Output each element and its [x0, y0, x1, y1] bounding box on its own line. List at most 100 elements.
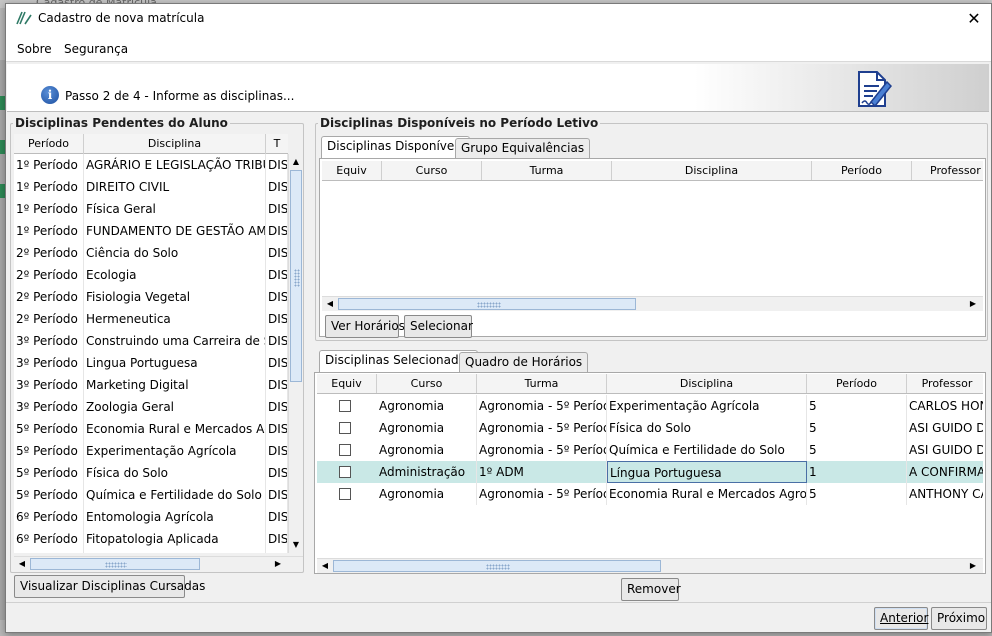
selected-horizontal-scrollbar[interactable]: ◀ ▶ [317, 558, 983, 573]
discipline-cell: Fisiologia Vegetal [84, 286, 266, 308]
discipline-cell: Construindo uma Carreira de S... [84, 330, 266, 352]
column-header-disciplina[interactable]: Disciplina [612, 161, 812, 180]
table-row[interactable]: Administração 1º ADM Língua Portuguesa 1 A C… [317, 461, 983, 483]
scroll-thumb[interactable] [333, 560, 661, 572]
close-icon[interactable]: ✕ [957, 4, 991, 34]
equiv-checkbox[interactable] [339, 488, 351, 500]
disciplina-cell: Física do Solo [607, 417, 807, 439]
table-row[interactable]: 2º PeríodoFisiologia VegetalDISC [14, 286, 288, 308]
tab-disciplinas-disponiveis[interactable]: Disciplinas Disponíveis [321, 136, 470, 158]
column-header-disciplina[interactable]: Disciplina [84, 134, 266, 154]
column-header-turma[interactable]: Turma [477, 374, 607, 393]
column-header-tipo[interactable]: T [266, 134, 288, 154]
table-row[interactable]: 3º PeríodoLingua PortuguesaDISC [14, 352, 288, 374]
periodo-cell: 1 [807, 461, 907, 483]
scroll-up-icon[interactable]: ▲ [290, 155, 302, 169]
column-header-curso[interactable]: Curso [382, 161, 482, 180]
selected-tab-panel: Equiv Curso Turma Disciplina Período Pro… [314, 372, 986, 574]
turma-cell: Agronomia - 5º Período [477, 483, 607, 505]
type-cell: DISC [266, 308, 288, 330]
table-row[interactable]: 2º PeríodoCiência do SoloDISC [14, 242, 288, 264]
scroll-right-icon[interactable]: ▶ [272, 557, 284, 571]
column-header-equiv[interactable]: Equiv [317, 374, 377, 393]
menu-item-sobre[interactable]: Sobre [17, 42, 52, 56]
table-row[interactable]: 1º PeríodoFUNDAMENTO DE GESTÃO AM...DISC [14, 220, 288, 242]
turma-cell: Agronomia - 5º Período [477, 395, 607, 417]
period-cell: 2º Período [14, 264, 84, 286]
table-row[interactable]: 6º PeríodoFitopatologia AplicadaDISC [14, 528, 288, 550]
table-row[interactable]: 3º Período Construindo uma Carreira de S.… [14, 330, 288, 352]
column-header-periodo[interactable]: Período [807, 374, 907, 393]
table-row[interactable]: Agronomia Agronomia - 5º Período Experimen… [317, 395, 983, 417]
disciplina-cell: Economia Rural e Mercados Agrop... [607, 483, 807, 505]
column-header-equiv[interactable]: Equiv [322, 161, 382, 180]
table-row[interactable]: Agronomia Agronomia - 5º Período Economia … [317, 483, 983, 505]
period-cell: 6º Período [14, 550, 84, 553]
table-row[interactable]: 1º Período AGRÁRIO E LEGISLAÇÃO TRIBU... D… [14, 154, 288, 176]
tab-quadro-horarios[interactable]: Quadro de Horários [459, 352, 589, 372]
scroll-left-icon[interactable]: ◀ [319, 559, 331, 573]
table-row[interactable]: 6º Período...DISC [14, 550, 288, 553]
scroll-down-icon[interactable]: ▼ [290, 538, 302, 552]
equiv-checkbox[interactable] [339, 422, 351, 434]
scroll-left-icon[interactable]: ◀ [16, 557, 28, 571]
period-cell: 2º Período [14, 286, 84, 308]
type-cell: DISC [266, 418, 288, 440]
tab-disciplinas-selecionadas[interactable]: Disciplinas Selecionadas [319, 350, 479, 372]
table-row[interactable]: 1º PeríodoFísica GeralDISC [14, 198, 288, 220]
type-cell: DISC [266, 528, 288, 550]
table-row[interactable]: 5º PeríodoExperimentação AgrícolaDISC [14, 440, 288, 462]
column-header-professor[interactable]: Professor [912, 161, 983, 180]
pending-horizontal-scrollbar[interactable]: ◀ ▶ [14, 556, 303, 571]
step-label: Passo 2 de 4 - Informe as disciplinas... [65, 89, 295, 103]
equiv-checkbox[interactable] [339, 466, 351, 478]
type-cell: DISC [266, 176, 288, 198]
type-cell: DISC [266, 330, 288, 352]
menu-item-seguranca[interactable]: Segurança [64, 42, 128, 56]
table-row[interactable]: 1º PeríodoDIREITO CIVILDISC [14, 176, 288, 198]
type-cell: DISC [266, 374, 288, 396]
column-header-periodo[interactable]: Período [14, 134, 84, 154]
scroll-right-icon[interactable]: ▶ [967, 559, 979, 573]
tab-grupo-equivalencias[interactable]: Grupo Equivalências [455, 138, 591, 158]
next-button[interactable]: Próximo [931, 607, 987, 630]
app-logo-icon [16, 11, 32, 25]
curso-cell: Administração [377, 461, 477, 483]
table-row[interactable]: 5º PeríodoFísica do SoloDISC [14, 462, 288, 484]
table-row[interactable]: Agronomia Agronomia - 5º Período Química e… [317, 439, 983, 461]
available-horizontal-scrollbar[interactable]: ◀ ▶ [322, 296, 983, 311]
column-header-disciplina[interactable]: Disciplina [607, 374, 807, 393]
info-icon: i [41, 86, 59, 104]
remove-button[interactable]: Remover [621, 578, 681, 601]
table-row[interactable]: 5º Período Química e Fertilidade do Solo D… [14, 484, 288, 506]
scroll-right-icon[interactable]: ▶ [967, 297, 979, 311]
type-cell: DISC [266, 440, 288, 462]
column-header-periodo[interactable]: Período [812, 161, 912, 180]
scroll-thumb[interactable] [30, 558, 200, 570]
equiv-checkbox[interactable] [339, 400, 351, 412]
table-row[interactable]: 3º PeríodoMarketing DigitalDISC [14, 374, 288, 396]
table-row[interactable]: 3º PeríodoZoologia GeralDISC [14, 396, 288, 418]
professor-cell: CARLOS HONO [907, 395, 983, 417]
table-row[interactable]: 2º PeríodoEcologiaDISC [14, 264, 288, 286]
column-header-professor[interactable]: Professor [907, 374, 983, 393]
scroll-thumb[interactable] [338, 298, 636, 310]
table-row[interactable]: 2º PeríodoHermeneuticaDISC [14, 308, 288, 330]
scroll-left-icon[interactable]: ◀ [324, 297, 336, 311]
select-button[interactable]: Selecionar [404, 315, 473, 338]
type-cell: DISC [266, 352, 288, 374]
discipline-cell: DIREITO CIVIL [84, 176, 266, 198]
scroll-thumb[interactable] [290, 170, 302, 382]
table-row[interactable]: Agronomia Agronomia - 5º Período Física do… [317, 417, 983, 439]
equiv-checkbox[interactable] [339, 444, 351, 456]
type-cell: DISC [266, 484, 288, 506]
view-completed-disciplines-button[interactable]: Visualizar Disciplinas Cursadas [14, 575, 205, 598]
table-row[interactable]: 6º PeríodoEntomologia AgrícolaDISC [14, 506, 288, 528]
turma-cell: Agronomia - 5º Período [477, 417, 607, 439]
column-header-curso[interactable]: Curso [377, 374, 477, 393]
column-header-turma[interactable]: Turma [482, 161, 612, 180]
previous-button[interactable]: Anterior [874, 607, 928, 630]
view-schedules-button[interactable]: Ver Horários [325, 315, 405, 338]
pending-vertical-scrollbar[interactable]: ▲ ▼ [288, 154, 303, 553]
table-row[interactable]: 5º Período Economia Rural e Mercados Ag..… [14, 418, 288, 440]
